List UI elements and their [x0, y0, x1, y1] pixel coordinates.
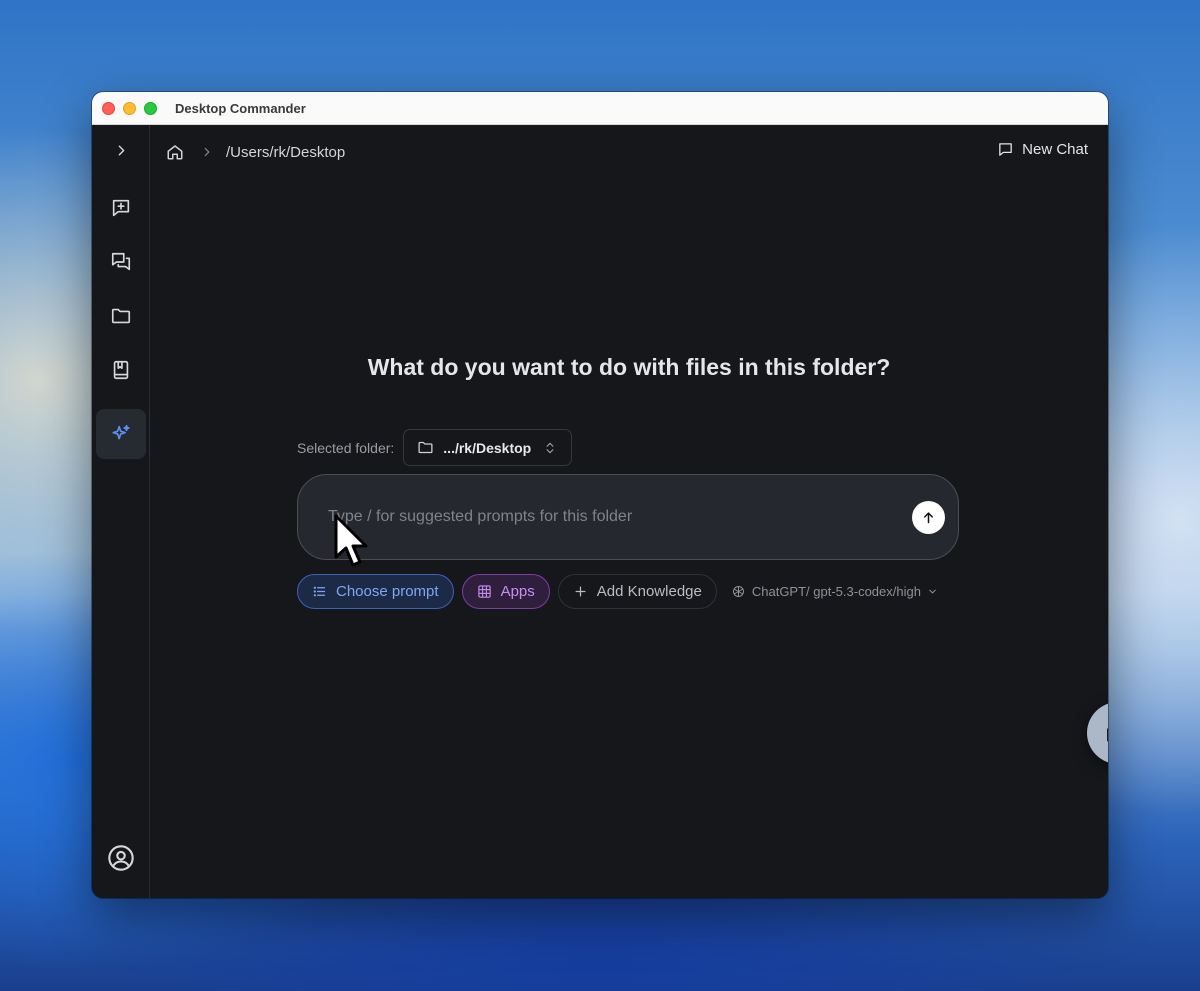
sidebar-prompts-button[interactable] [96, 409, 146, 459]
chevron-right-icon [118, 145, 124, 155]
apps-label: Apps [500, 583, 535, 600]
chevron-down-icon [929, 589, 936, 594]
breadcrumb: /Users/rk/Desktop [150, 125, 1108, 179]
grid-icon [477, 585, 491, 598]
close-window-button[interactable] [102, 101, 115, 115]
prompt-input[interactable] [328, 508, 912, 526]
messages-icon [111, 252, 131, 271]
main-panel: /Users/rk/Desktop New Chat What do you w… [150, 125, 1108, 898]
title-bar: Desktop Commander [92, 92, 1108, 125]
plus-icon [575, 586, 586, 597]
model-label: ChatGPT/ gpt-5.3-codex/high [751, 584, 921, 599]
chevron-up-down-icon [546, 442, 554, 453]
sparkles-icon [112, 424, 130, 440]
message-icon [999, 143, 1012, 156]
chat-bubbles-icon [1107, 728, 1108, 742]
sidebar-folders-button[interactable] [96, 291, 146, 341]
maximize-window-button[interactable] [144, 101, 157, 115]
selected-folder-value: .../rk/Desktop [443, 439, 532, 456]
list-icon [313, 586, 326, 597]
sidebar-new-chat-button[interactable] [96, 183, 146, 233]
mouse-cursor-icon [334, 514, 368, 567]
choose-prompt-button[interactable]: Choose prompt [297, 574, 454, 609]
window-title: Desktop Commander [175, 100, 306, 116]
add-knowledge-button[interactable]: Add Knowledge [557, 574, 717, 609]
breadcrumb-path[interactable]: /Users/rk/Desktop [226, 144, 345, 161]
window-controls [102, 101, 157, 115]
book-icon [113, 360, 129, 380]
minimize-window-button[interactable] [123, 101, 136, 115]
add-knowledge-label: Add Knowledge [596, 583, 702, 600]
openai-icon [732, 586, 744, 597]
apps-button[interactable]: Apps [461, 574, 550, 609]
sidebar [92, 125, 150, 898]
folder-icon [111, 308, 131, 324]
app-window: Desktop Commander /Users/rk/Desktop New … [92, 92, 1108, 898]
prompt-box [297, 474, 959, 560]
selected-folder-label: Selected folder: [297, 439, 395, 456]
home-icon[interactable] [166, 143, 184, 161]
folder-selector-row: Selected folder: .../rk/Desktop [297, 429, 573, 466]
page-title: What do you want to do with files in thi… [367, 354, 891, 380]
new-chat-label: New Chat [1022, 141, 1088, 158]
choose-prompt-label: Choose prompt [336, 583, 439, 600]
sidebar-library-button[interactable] [96, 345, 146, 395]
chat-fab-button[interactable] [1087, 702, 1108, 764]
message-plus-icon [112, 199, 130, 217]
send-button[interactable] [912, 500, 945, 534]
chevron-right-icon [204, 147, 210, 157]
account-button[interactable] [96, 833, 146, 883]
sidebar-expand-button[interactable] [96, 125, 146, 175]
new-chat-button[interactable]: New Chat [997, 141, 1088, 158]
model-selector[interactable]: ChatGPT/ gpt-5.3-codex/high [731, 584, 938, 599]
folder-select[interactable]: .../rk/Desktop [403, 429, 573, 466]
prompt-toolbar: Choose prompt Apps Add Knowledge ChatGPT… [297, 574, 938, 609]
folder-icon [418, 441, 433, 454]
sidebar-chats-button[interactable] [96, 237, 146, 287]
arrow-up-icon [924, 511, 933, 523]
user-circle-icon [108, 845, 134, 871]
